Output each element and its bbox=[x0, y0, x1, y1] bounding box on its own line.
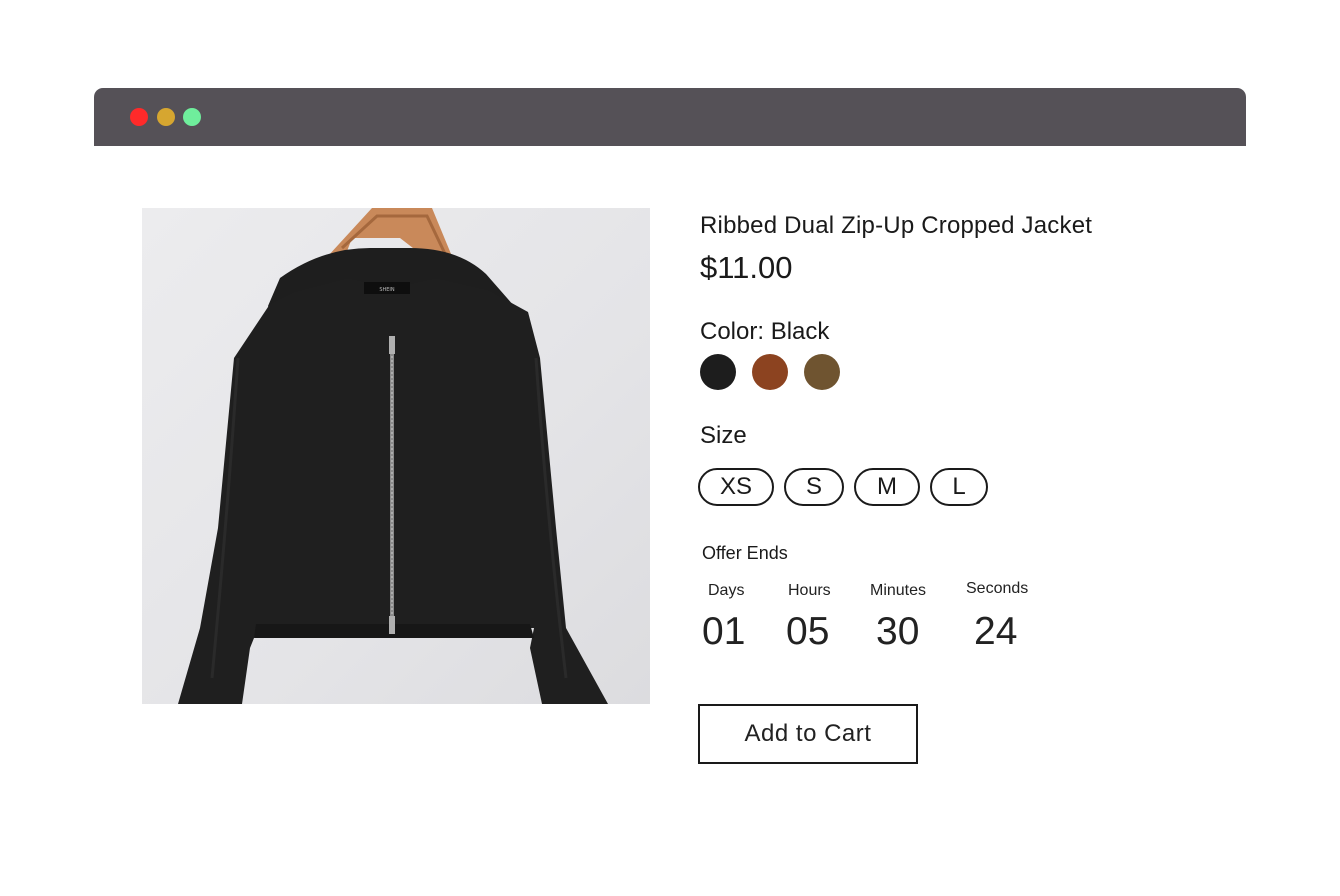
product-price: $11.00 bbox=[700, 250, 793, 285]
countdown-hours-value: 05 bbox=[786, 610, 830, 653]
color-swatch-olive-brown[interactable] bbox=[804, 354, 840, 390]
countdown-minutes-value: 30 bbox=[876, 610, 920, 653]
countdown-days-label: Days bbox=[708, 582, 745, 599]
product-image: SHEIN bbox=[142, 208, 650, 704]
countdown-days-value: 01 bbox=[702, 610, 746, 653]
color-label: Color: Black bbox=[700, 318, 830, 345]
countdown-seconds-value: 24 bbox=[974, 610, 1018, 653]
add-to-cart-button[interactable]: Add to Cart bbox=[698, 704, 918, 764]
countdown-hours-label: Hours bbox=[788, 582, 831, 599]
browser-window: SHEIN Ribbed Dual Zip-Up Cropped Jacket … bbox=[94, 88, 1246, 848]
countdown-minutes-label: Minutes bbox=[870, 582, 927, 599]
size-option-s[interactable]: S bbox=[784, 468, 844, 506]
product-title: Ribbed Dual Zip-Up Cropped Jacket bbox=[700, 212, 1093, 239]
maximize-window-button[interactable] bbox=[183, 108, 201, 126]
color-swatch-rust-brown[interactable] bbox=[752, 354, 788, 390]
color-swatch-black[interactable] bbox=[700, 354, 736, 390]
jacket-icon: SHEIN bbox=[178, 208, 608, 704]
close-window-button[interactable] bbox=[130, 108, 148, 126]
svg-text:SHEIN: SHEIN bbox=[379, 287, 395, 293]
size-label: Size bbox=[700, 422, 747, 449]
minimize-window-button[interactable] bbox=[157, 108, 175, 126]
size-option-xs[interactable]: XS bbox=[698, 468, 774, 506]
size-option-l[interactable]: L bbox=[930, 468, 988, 506]
size-option-m[interactable]: M bbox=[854, 468, 920, 506]
offer-ends-label: Offer Ends bbox=[702, 543, 788, 563]
countdown-seconds-label: Seconds bbox=[966, 580, 1029, 597]
window-titlebar bbox=[94, 88, 1246, 146]
